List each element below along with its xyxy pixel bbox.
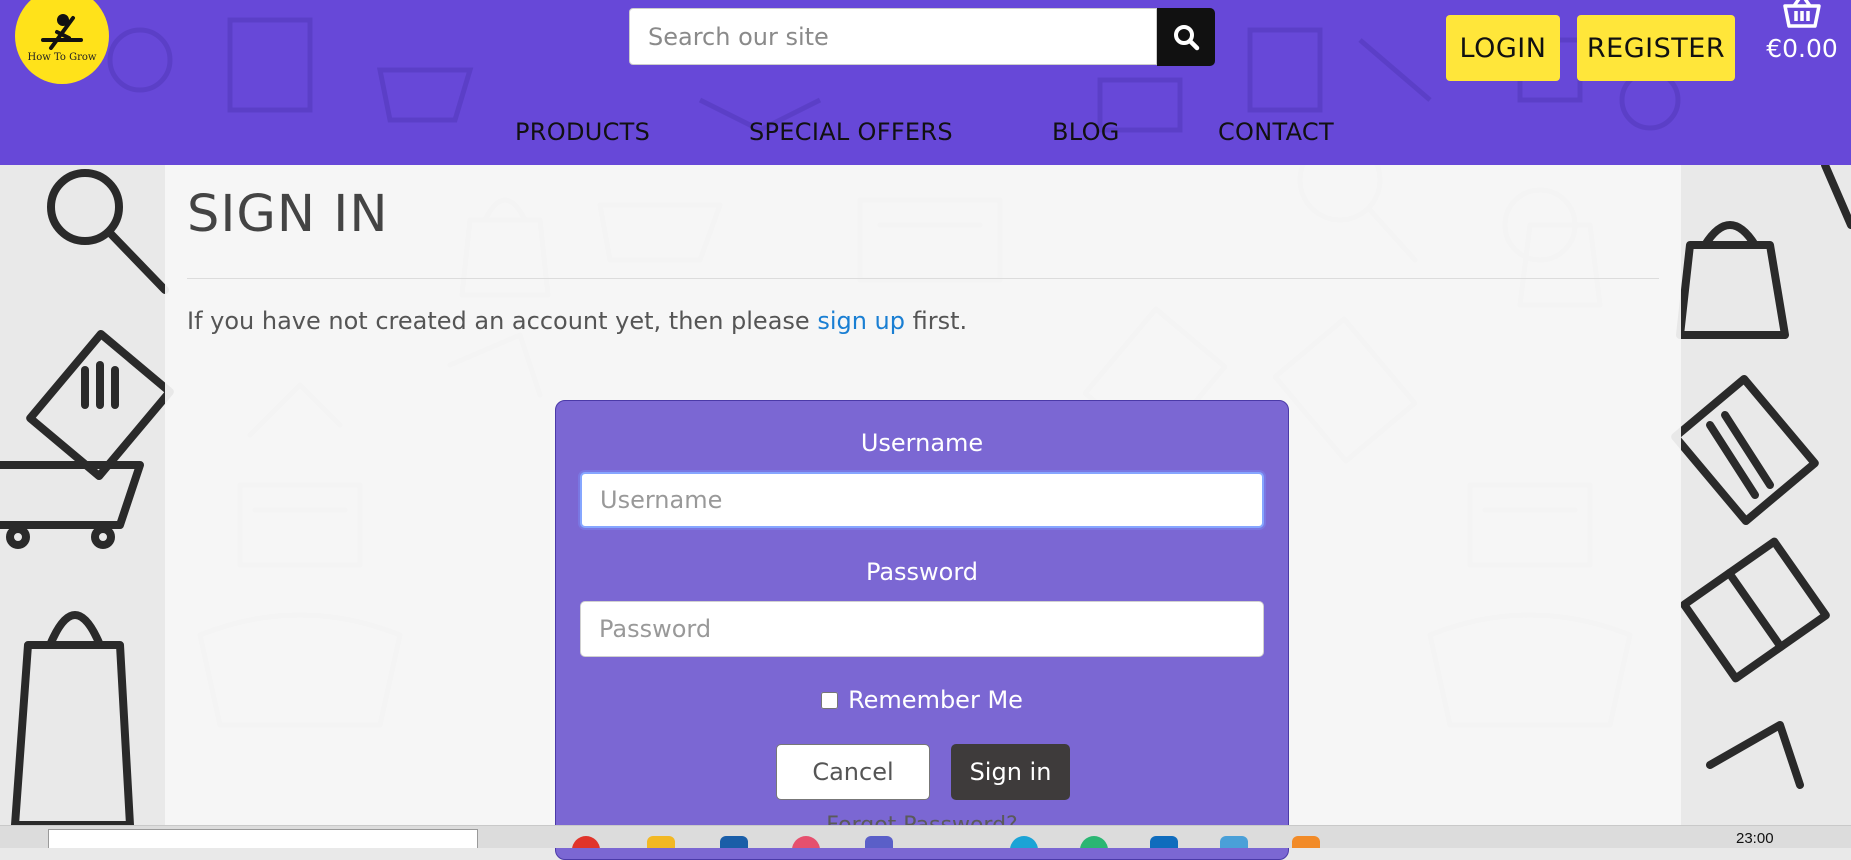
- login-button[interactable]: LOGIN: [1446, 15, 1560, 81]
- edge-icon[interactable]: [1010, 836, 1038, 848]
- taskbar-clock: 23:00: [1736, 830, 1774, 847]
- signup-prompt: If you have not created an account yet, …: [187, 307, 967, 335]
- username-input[interactable]: [582, 474, 1262, 526]
- remember-me-label: Remember Me: [848, 686, 1023, 714]
- os-taskbar: 23:00: [0, 825, 1851, 848]
- taskbar-search[interactable]: [48, 829, 478, 848]
- search-input[interactable]: [630, 9, 1156, 64]
- basket-icon: [1783, 0, 1821, 28]
- cart-total: €0.00: [1766, 34, 1838, 63]
- logo-text: How To Grow: [27, 51, 97, 63]
- app-icon-2[interactable]: [1292, 836, 1320, 848]
- nav-special-offers[interactable]: SPECIAL OFFERS: [749, 118, 953, 146]
- password-label: Password: [865, 558, 979, 586]
- search-icon: [1174, 25, 1200, 51]
- title-divider: [187, 278, 1659, 279]
- main-content: SIGN IN If you have not created an accou…: [165, 165, 1681, 860]
- cart-link[interactable]: €0.00: [1760, 0, 1844, 63]
- site-header: How To Grow LOGIN REGISTER €0.00 PRODUCT…: [0, 0, 1851, 165]
- cancel-button[interactable]: Cancel: [776, 744, 930, 800]
- opera-icon[interactable]: [792, 836, 820, 848]
- nav-products[interactable]: PRODUCTS: [515, 118, 650, 146]
- folder-icon[interactable]: [647, 836, 675, 848]
- sign-up-link[interactable]: sign up: [817, 307, 905, 335]
- sign-in-button[interactable]: Sign in: [951, 744, 1070, 800]
- signin-form: Username Password Remember Me Cancel Sig…: [555, 400, 1289, 860]
- signup-prompt-text: If you have not created an account yet, …: [187, 307, 818, 335]
- password-field-wrap: [580, 601, 1264, 657]
- search-box: [629, 8, 1157, 65]
- page-title: SIGN IN: [187, 185, 389, 244]
- search-button[interactable]: [1157, 8, 1215, 66]
- mail-icon[interactable]: [1150, 836, 1178, 848]
- store-icon[interactable]: [720, 836, 748, 848]
- nav-contact[interactable]: CONTACT: [1218, 118, 1334, 146]
- username-label: Username: [860, 429, 984, 457]
- nav-blog[interactable]: BLOG: [1052, 118, 1120, 146]
- app-icon[interactable]: [1080, 836, 1108, 848]
- password-input[interactable]: [581, 602, 1263, 656]
- chrome-icon[interactable]: [572, 836, 600, 848]
- register-button[interactable]: REGISTER: [1577, 15, 1735, 81]
- remember-me-checkbox[interactable]: [821, 691, 839, 709]
- calculator-icon[interactable]: [1220, 836, 1248, 848]
- username-field-wrap: [580, 472, 1264, 528]
- remember-me: Remember Me: [556, 686, 1288, 714]
- teams-icon[interactable]: [865, 836, 893, 848]
- rower-icon: [41, 13, 83, 50]
- signup-prompt-suffix: first.: [905, 307, 968, 335]
